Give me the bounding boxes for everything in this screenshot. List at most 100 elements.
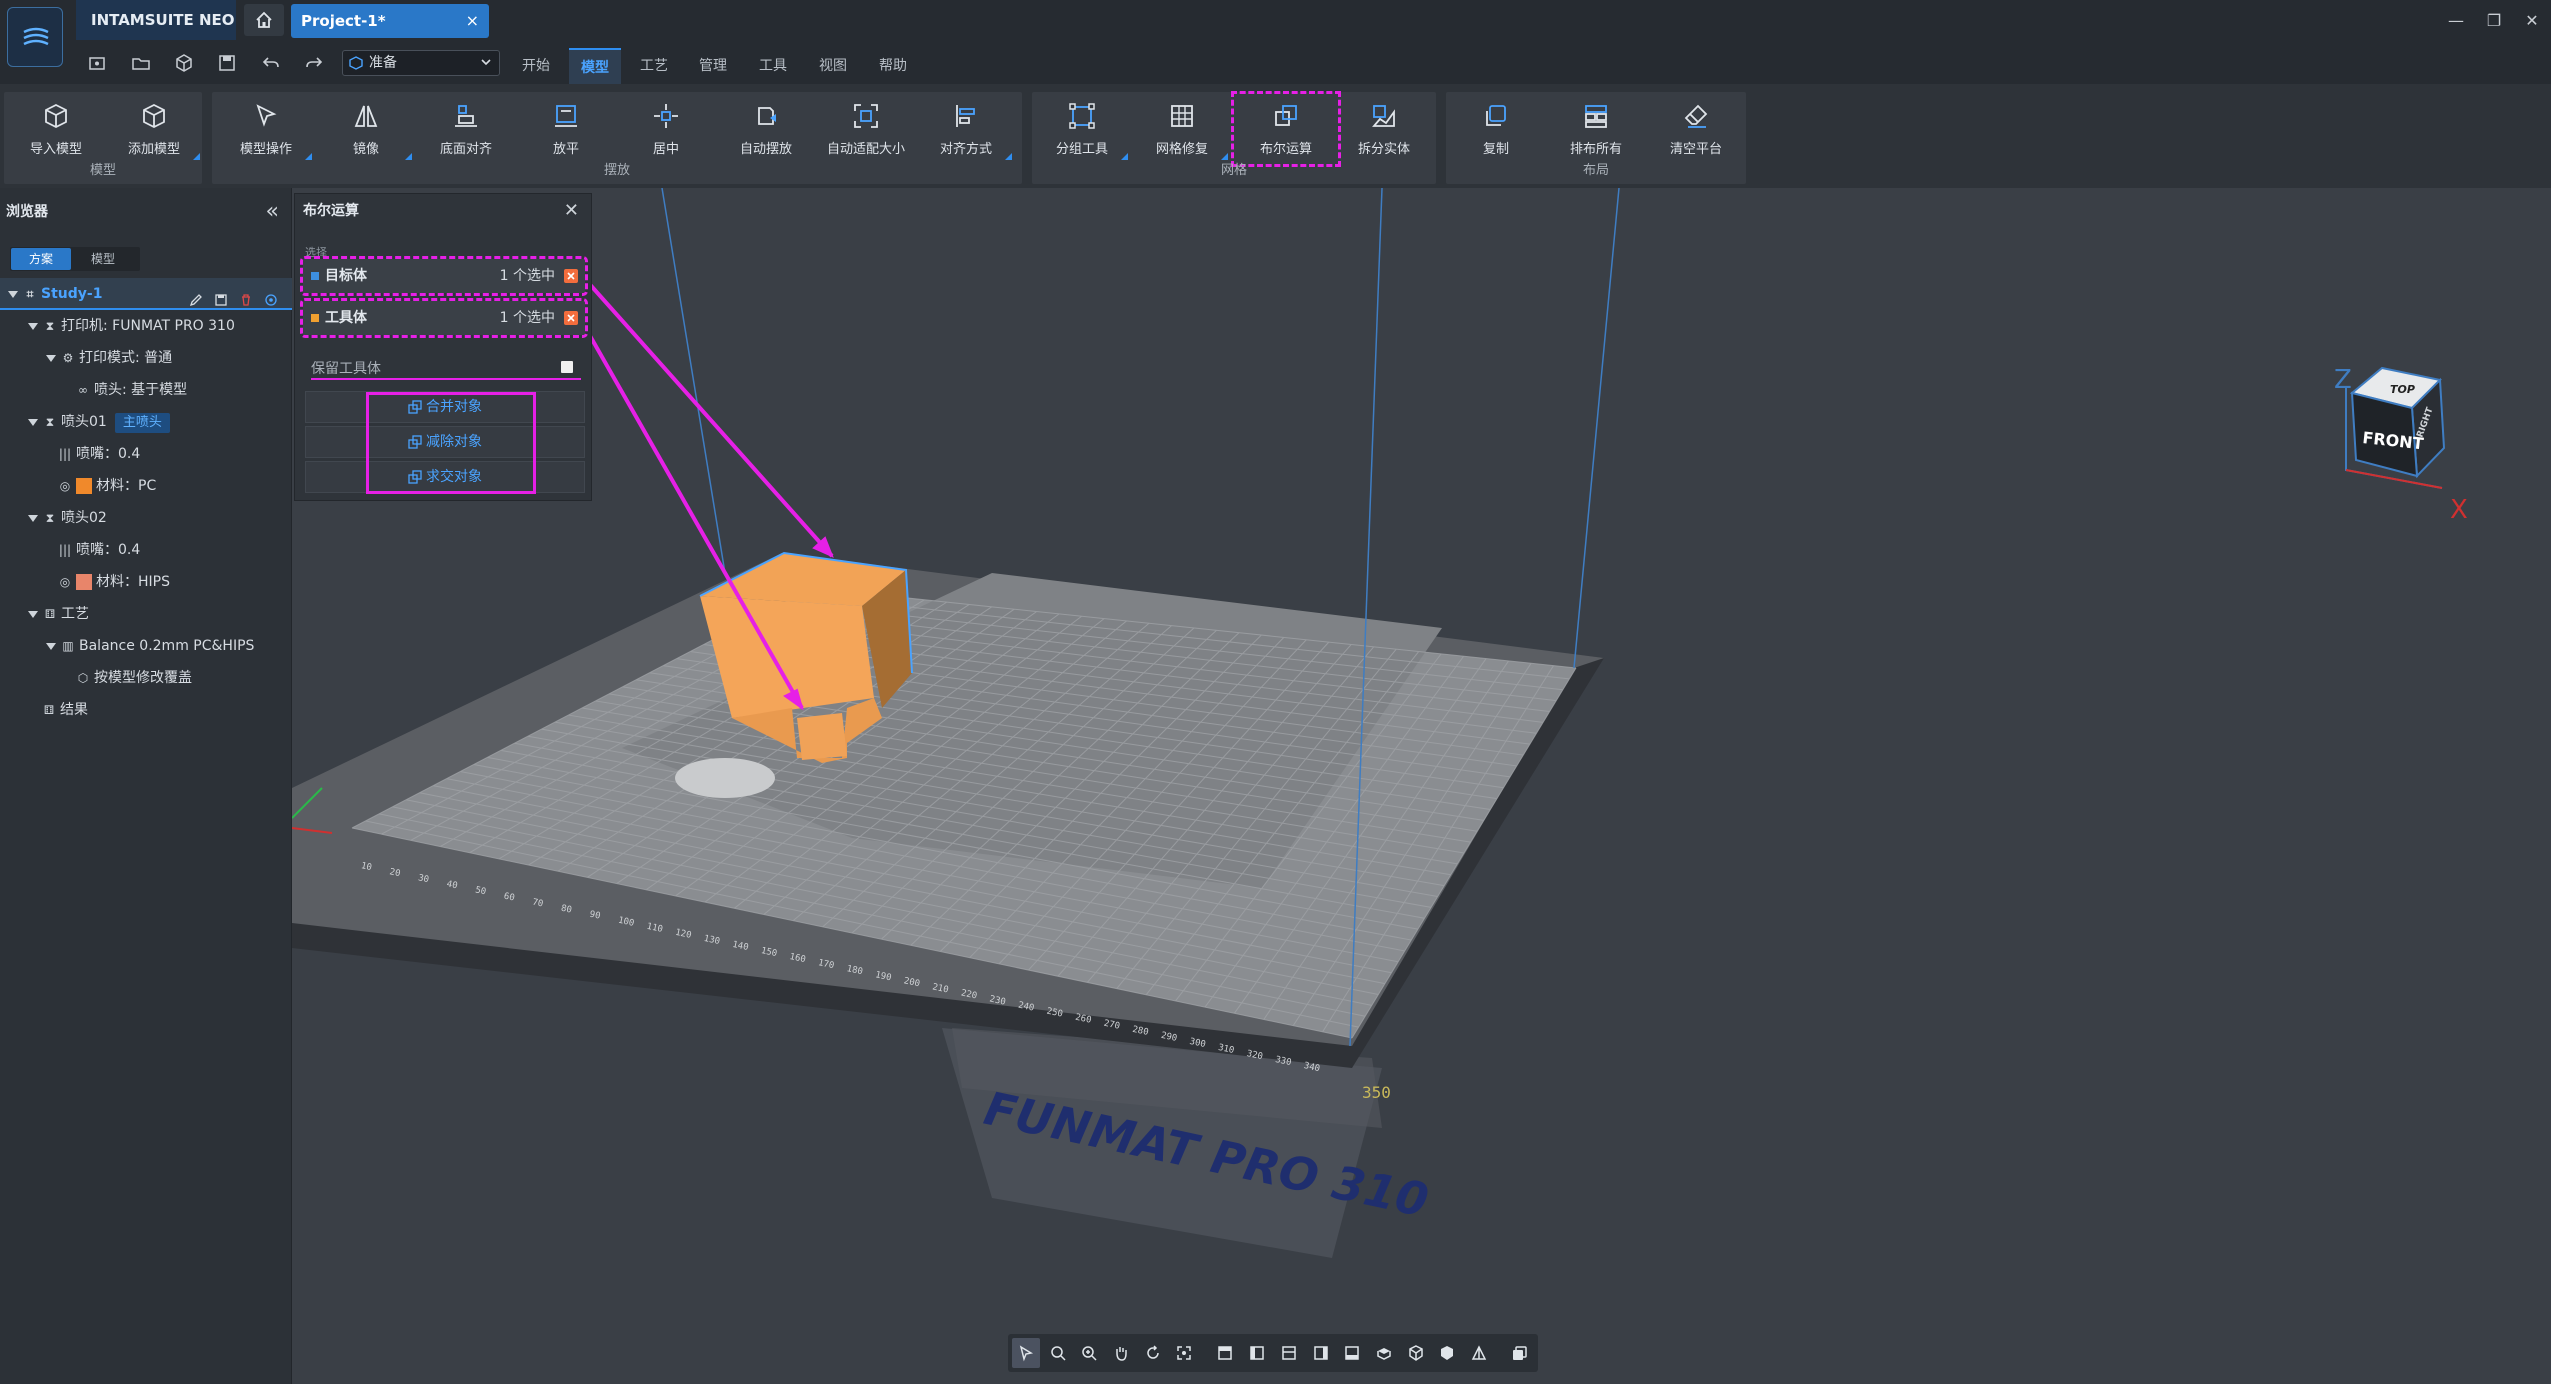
save-icon[interactable] [216,52,238,74]
clear-platform-button[interactable]: 清空平台 [1648,98,1744,160]
mode-select[interactable]: 准备 [342,50,500,76]
view-cube[interactable]: TOP FRONT RIGHT Z X [2334,365,2468,525]
fit-size-icon [850,100,882,132]
center-button[interactable]: 居中 [618,98,714,160]
tree-item-process[interactable]: ⚅ 工艺 [0,598,292,630]
pan-hand-icon[interactable] [1107,1338,1135,1368]
tab-models[interactable]: 模型 [73,248,133,270]
minimize-button[interactable]: — [2437,0,2475,42]
keep-tool-body-checkbox[interactable]: 保留工具体 [311,358,581,380]
checkbox-box[interactable] [561,361,573,373]
close-window-button[interactable]: ✕ [2513,0,2551,42]
delete-icon[interactable] [239,287,253,306]
group-tool-button[interactable]: 分组工具 [1034,98,1130,160]
tool-body-field[interactable]: 工具体 1 个选中 [300,298,588,338]
tree-item-extruder-02[interactable]: ⧗ 喷头02 [0,502,292,534]
bottom-align-button[interactable]: 底面对齐 [418,98,514,160]
process-icon: ⚅ [44,607,56,621]
target-body-field[interactable]: 目标体 1 个选中 [300,256,588,296]
view-cube-top[interactable]: TOP [2390,383,2415,396]
tree-item-print-mode[interactable]: ⚙ 打印模式: 普通 [0,342,292,374]
bottom-align-icon [450,100,482,132]
tree-item-printer[interactable]: ⧗ 打印机: FUNMAT PRO 310 [0,310,292,342]
tree-item-nozzle-size[interactable]: ||| 喷嘴：0.4 [0,438,292,470]
axis-view-icon[interactable] [1465,1338,1493,1368]
menu-tools[interactable]: 工具 [751,48,795,84]
menu-process[interactable]: 工艺 [632,48,676,84]
app-logo[interactable] [7,7,63,67]
add-model-button[interactable]: 添加模型 [106,98,202,160]
viewport-3d[interactable]: 10 20 30 40 50 60 70 80 90 100 110 120 130 140 150 160 1… [292,188,2551,1384]
tree-item-study[interactable]: ⌗ Study-1 [0,278,292,310]
add-model-icon [138,100,170,132]
tree-item-nozzle-mode[interactable]: ∞ 喷头: 基于模型 [0,374,292,406]
menu-model[interactable]: 模型 [569,48,621,84]
mirror-button[interactable]: 镜像 [318,98,414,160]
collapse-panel-icon[interactable]: « [266,188,279,236]
view-front-icon[interactable] [1212,1338,1240,1368]
fit-all-icon[interactable] [1171,1338,1199,1368]
tab-project[interactable]: Project-1* × [291,4,489,38]
display-mode-icon[interactable] [1506,1338,1534,1368]
view-iso-icon[interactable] [1402,1338,1430,1368]
menu-help[interactable]: 帮助 [871,48,915,84]
material-color-swatch [76,478,92,494]
intersect-button[interactable]: 求交对象 [305,461,585,493]
tab-close-icon[interactable]: × [466,4,479,38]
clear-selection-icon[interactable] [563,268,579,284]
import-model-button[interactable]: 导入模型 [8,98,104,160]
rotate-icon[interactable] [1139,1338,1167,1368]
boolean-operation-button[interactable]: 布尔运算 [1231,91,1341,167]
lay-flat-button[interactable]: 放平 [518,98,614,160]
build-volume-edge [1573,188,1620,669]
undo-icon[interactable] [260,52,282,74]
redo-icon[interactable] [303,52,325,74]
open-folder-icon[interactable] [130,52,152,74]
arrange-all-button[interactable]: 排布所有 [1548,98,1644,160]
view-right-icon[interactable] [1307,1338,1335,1368]
home-button[interactable] [244,4,284,36]
tree-item-nozzle-size[interactable]: ||| 喷嘴：0.4 [0,534,292,566]
edit-icon[interactable] [189,287,203,307]
save-study-icon[interactable] [214,287,228,306]
align-mode-button[interactable]: 对齐方式 [918,98,1014,160]
view-left-icon[interactable] [1243,1338,1271,1368]
split-solid-button[interactable]: 拆分实体 [1336,98,1432,160]
tree-item-material-hips[interactable]: ◎ 材料：HIPS [0,566,292,598]
view-bottom-icon[interactable] [1338,1338,1366,1368]
tree-item-material-pc[interactable]: ◎ 材料：PC [0,470,292,502]
expand-arrow-icon [46,354,56,362]
boolean-icon [1270,100,1302,132]
auto-arrange-button[interactable]: 自动摆放 [718,98,814,160]
model-operation-button[interactable]: 模型操作 [218,98,314,160]
subtract-button[interactable]: 减除对象 [305,426,585,458]
menu-manage[interactable]: 管理 [691,48,735,84]
cube-icon[interactable] [173,52,195,74]
zoom-window-icon[interactable] [1044,1338,1072,1368]
tree-item-extruder-01[interactable]: ⧗ 喷头01 主喷头 [0,406,292,438]
boolean-panel-header: 布尔运算 ✕ [295,194,591,228]
keep-tool-body-label: 保留工具体 [311,361,381,377]
scene-canvas[interactable]: 102030405060708090100 110 120 130 140 150 160 1… [292,188,2551,1384]
close-icon[interactable]: ✕ [564,194,579,228]
mesh-repair-button[interactable]: 网格修复 [1134,98,1230,160]
auto-fit-size-button[interactable]: 自动适配大小 [818,98,914,160]
union-button[interactable]: 合并对象 [305,391,585,423]
select-tool-icon[interactable] [1012,1338,1040,1368]
menu-view[interactable]: 视图 [811,48,855,84]
clear-selection-icon[interactable] [563,310,579,326]
view-back-icon[interactable] [1275,1338,1303,1368]
copy-button[interactable]: 复制 [1448,98,1544,160]
extruder-icon: ⧗ [45,415,55,429]
zoom-icon[interactable] [1075,1338,1103,1368]
target-icon[interactable] [264,287,278,306]
tree-item-result[interactable]: ⚅ 结果 [0,694,292,726]
view-solid-icon[interactable] [1434,1338,1462,1368]
menu-start[interactable]: 开始 [514,48,558,84]
restore-button[interactable]: ❐ [2475,0,2513,42]
view-top-icon[interactable] [1370,1338,1398,1368]
tree-item-model-override[interactable]: ⬡ 按模型修改覆盖 [0,662,292,694]
tree-item-profile[interactable]: ▥ Balance 0.2mm PC&HIPS [0,630,292,662]
new-file-icon[interactable] [86,52,108,74]
tab-scheme[interactable]: 方案 [11,248,71,270]
